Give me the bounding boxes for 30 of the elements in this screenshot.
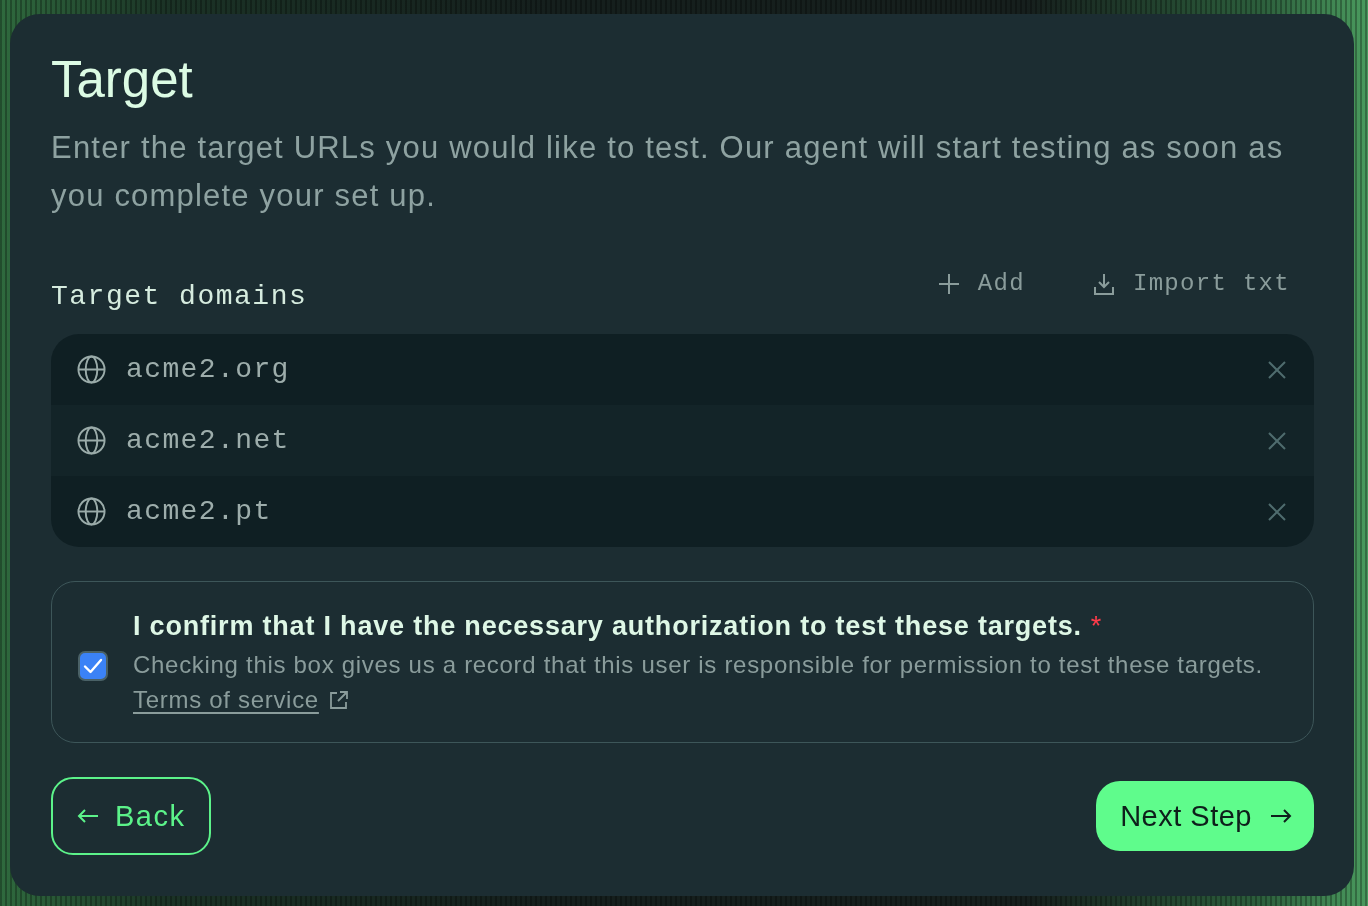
remove-button[interactable] [1266,500,1288,523]
domain-text: acme2.org [126,354,291,385]
remove-button[interactable] [1266,358,1288,381]
arrow-right-icon [1270,808,1292,824]
arrow-left-icon [77,808,99,824]
required-mark: * [1090,610,1102,643]
checkbox[interactable] [78,651,108,681]
close-icon [1268,360,1286,379]
globe-icon [77,497,106,526]
add-button[interactable]: Add [937,266,1025,302]
domain-text: acme2.pt [126,496,273,527]
remove-button[interactable] [1266,429,1288,452]
check-icon [83,656,103,676]
close-icon [1268,502,1286,521]
download-icon [1092,273,1115,295]
plus-icon [937,273,960,295]
section-label: Target domains [51,280,308,314]
confirmation-description: Checking this box gives us a record that this user is responsible for permission to test these targets. [133,650,1263,680]
confirmation-title: I confirm that I have the necessary authorization to test these targets. [133,610,1082,643]
close-icon [1268,431,1286,450]
globe-icon [77,426,106,455]
page-description: Enter the target URLs you would like to test. Our agent will start testing as soon as you complete your set up. [51,129,1285,215]
domain-text: acme2.net [126,425,291,456]
import-button[interactable]: Import txt [1092,266,1290,302]
back-button[interactable]: Back [51,777,212,855]
globe-icon [77,355,106,384]
page-title: Target [51,52,194,108]
terms-link[interactable]: Terms of service [133,683,349,717]
next-step-button[interactable]: Next Step [1096,781,1314,851]
external-link-icon [328,690,349,710]
